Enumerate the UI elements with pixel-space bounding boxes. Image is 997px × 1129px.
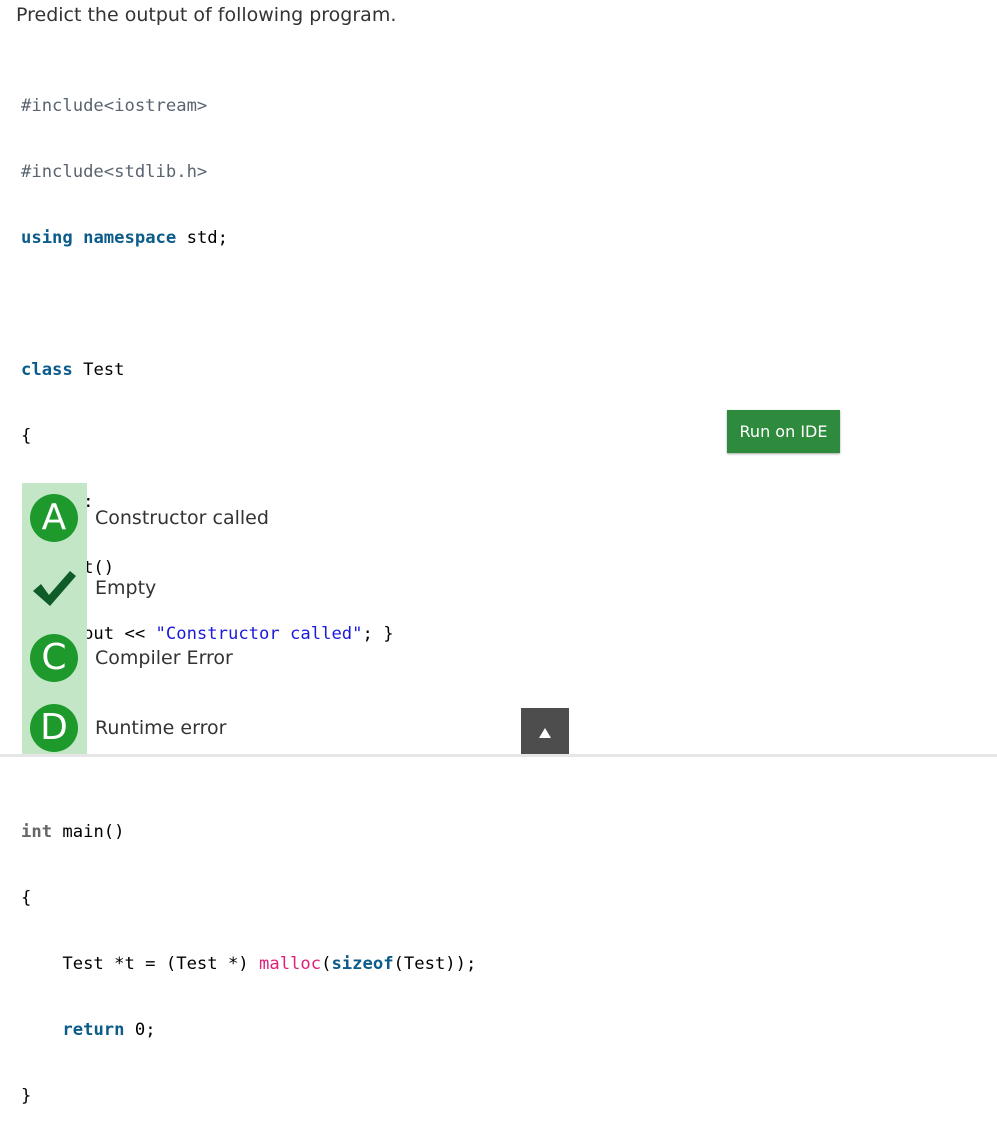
code-main-brace-close: } [21, 1086, 32, 1106]
code-keyword-int: int [21, 822, 53, 842]
run-on-ide-button[interactable]: Run on IDE [727, 410, 840, 453]
code-keyword-class: class [21, 360, 73, 380]
option-d[interactable]: D Runtime error [0, 699, 600, 759]
option-a[interactable]: A Constructor called [0, 489, 600, 549]
code-std: std; [176, 228, 228, 248]
question-text: Predict the output of following program. [16, 4, 397, 26]
option-c[interactable]: C Compiler Error [0, 629, 600, 689]
option-d-badge: D [30, 704, 78, 752]
code-main-signature: main() [52, 822, 125, 842]
code-statement-prefix: Test *t = (Test *) [21, 954, 259, 974]
code-main-brace-open: { [21, 888, 32, 908]
code-keyword-namespace: namespace [83, 228, 177, 248]
scroll-to-top-button[interactable] [521, 708, 569, 757]
option-c-text: Compiler Error [95, 647, 233, 669]
code-keyword-sizeof: sizeof [331, 954, 394, 974]
code-return-value: 0; [124, 1020, 156, 1040]
option-b[interactable]: Empty [0, 559, 600, 619]
code-keyword-using: using [21, 228, 73, 248]
option-d-text: Runtime error [95, 717, 227, 739]
code-include-stdlib: #include<stdlib.h> [21, 162, 208, 182]
code-class-name: Test [72, 360, 125, 380]
option-a-text: Constructor called [95, 507, 269, 529]
option-b-text: Empty [95, 577, 157, 599]
code-paren-open: ( [321, 954, 332, 974]
checkmark-icon [33, 571, 76, 606]
code-class-brace-open: { [21, 426, 32, 446]
code-keyword-return: return [62, 1020, 125, 1040]
option-c-badge: C [30, 634, 78, 682]
option-a-badge: A [30, 494, 78, 542]
code-return-indent [21, 1020, 62, 1040]
triangle-up-icon [539, 727, 551, 738]
code-include-iostream: #include<iostream> [21, 96, 208, 116]
code-function-malloc: malloc [259, 954, 322, 974]
code-statement-suffix: (Test)); [393, 954, 477, 974]
